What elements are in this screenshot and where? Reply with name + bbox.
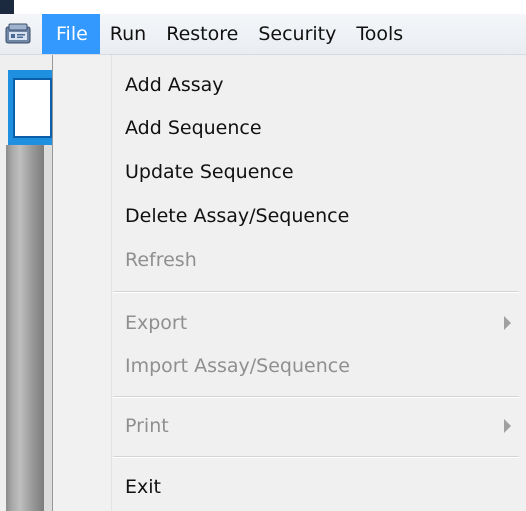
window-chrome-corner xyxy=(0,0,14,14)
menu-item-print[interactable]: Print xyxy=(111,406,521,446)
menu-run[interactable]: Run xyxy=(100,14,156,54)
file-menu-dropdown: Add Assay Add Sequence Update Sequence D… xyxy=(52,55,526,511)
menu-item-label: Add Sequence xyxy=(125,117,262,139)
app-window-icon[interactable] xyxy=(0,14,36,54)
menu-item-add-sequence[interactable]: Add Sequence xyxy=(111,108,521,148)
menu-security[interactable]: Security xyxy=(248,14,346,54)
menu-item-label: Export xyxy=(125,312,188,334)
app-window-icon-graphic xyxy=(5,23,31,44)
menu-item-import-assay-sequence[interactable]: Import Assay/Sequence xyxy=(111,346,521,386)
menu-item-label: Add Assay xyxy=(125,74,224,96)
menu-icon-gutter xyxy=(53,55,112,511)
chevron-right-icon xyxy=(504,316,511,330)
menu-item-label: Import Assay/Sequence xyxy=(125,355,350,377)
menu-item-add-assay[interactable]: Add Assay xyxy=(111,65,521,105)
menu-item-label: Update Sequence xyxy=(125,161,294,183)
background-scrollbar-edge xyxy=(44,145,52,511)
menu-bar: File Run Restore Security Tools xyxy=(0,14,526,55)
menu-item-label: Print xyxy=(125,415,169,437)
menu-item-exit[interactable]: Exit xyxy=(111,467,521,507)
menu-tools[interactable]: Tools xyxy=(346,14,413,54)
menu-separator xyxy=(113,291,519,293)
menu-item-delete-assay-sequence[interactable]: Delete Assay/Sequence xyxy=(111,196,521,236)
menu-item-export[interactable]: Export xyxy=(111,303,521,343)
menu-item-update-sequence[interactable]: Update Sequence xyxy=(111,152,521,192)
menu-item-label: Exit xyxy=(125,476,161,498)
menu-file[interactable]: File xyxy=(42,14,100,54)
background-scrollbar[interactable] xyxy=(6,145,44,511)
background-panel-frame[interactable] xyxy=(13,78,52,138)
chevron-right-icon xyxy=(504,419,511,433)
menu-separator xyxy=(113,396,519,398)
menu-item-label: Refresh xyxy=(125,249,197,271)
menu-separator xyxy=(113,456,519,458)
menu-item-refresh[interactable]: Refresh xyxy=(111,240,521,280)
menu-restore[interactable]: Restore xyxy=(156,14,248,54)
menu-item-label: Delete Assay/Sequence xyxy=(125,205,350,227)
